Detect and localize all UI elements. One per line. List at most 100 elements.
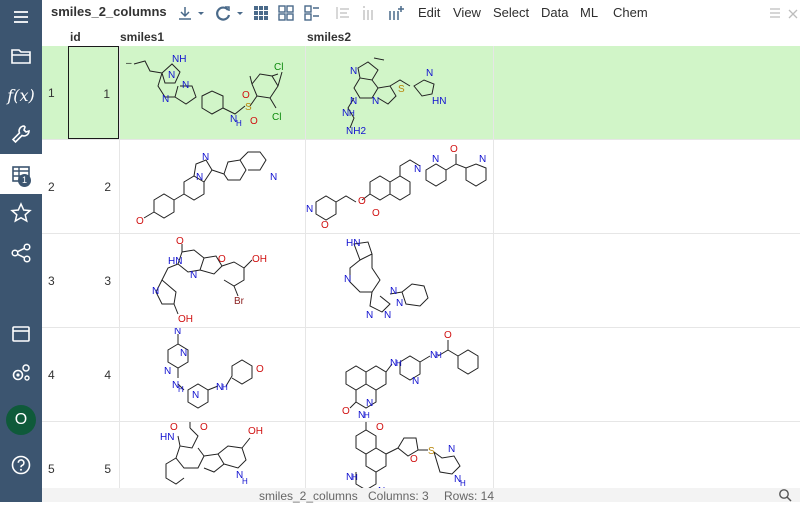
id-cell[interactable]: 5 [68, 422, 119, 488]
oxygen-label: O [410, 454, 418, 465]
n-label: N [396, 298, 403, 309]
share-icon[interactable] [0, 233, 42, 273]
n-label: N [372, 96, 379, 107]
molecule-structure-smiles1[interactable]: HN O O OH N H [120, 422, 305, 488]
oxygen-label: O [176, 236, 184, 247]
bromine-label: Br [234, 296, 245, 307]
n-label: N [180, 348, 187, 359]
table-row[interactable]: 2 2 O N N N N O O O N N O N [42, 140, 800, 234]
menu-chem[interactable]: Chem [613, 5, 648, 20]
oxygen-label: O [200, 422, 208, 433]
row-number: 3 [48, 274, 55, 288]
h-label: H [349, 109, 355, 118]
h-label: H [178, 385, 184, 394]
star-icon[interactable] [0, 193, 42, 233]
molecule-structure-smiles1[interactable]: – NH N N N N H S O O Cl Cl [120, 46, 305, 139]
avatar-slot[interactable]: O [0, 400, 42, 440]
search-icon[interactable] [778, 488, 792, 505]
n-label: N [162, 94, 169, 105]
function-icon[interactable]: f(x) [0, 75, 42, 115]
sulfur-label: S [428, 446, 435, 457]
table-row[interactable]: 3 3 O HN N O OH Br N OH HN N N N N N [42, 234, 800, 328]
column-divider [493, 422, 494, 488]
column-divider [493, 140, 494, 234]
add-columns-icon[interactable] [387, 4, 405, 22]
refresh-icon[interactable] [214, 4, 232, 22]
n-label: N [432, 154, 439, 165]
sidebar: f(x) 1 O [0, 0, 42, 502]
oxygen-label: O [342, 406, 350, 417]
table-icon[interactable]: 1 [0, 154, 42, 194]
id-cell[interactable]: 3 [68, 234, 119, 327]
hydroxyl-label: OH [252, 254, 267, 265]
folder-icon[interactable] [0, 36, 42, 76]
id-cell[interactable]: 4 [68, 328, 119, 421]
nitrile-n-label: N [174, 328, 181, 337]
table-row[interactable]: 4 4 N N N N H N N H O N H N N H O N O N … [42, 328, 800, 422]
row-number: 1 [48, 86, 55, 100]
status-table-name[interactable]: smiles_2_columns [259, 489, 358, 503]
function-icon-label: f(x) [7, 85, 35, 105]
sulfur-label: S [245, 102, 252, 113]
table-row[interactable]: 1 1 – NH N N N N H S O O Cl Cl N N N S N… [42, 46, 800, 140]
n-label: N [412, 376, 419, 387]
oxygen-label: O [136, 216, 144, 227]
settings-icon[interactable] [0, 353, 42, 393]
n-label: N [306, 204, 313, 215]
n-label: N [168, 70, 175, 81]
methyl-label: – [126, 58, 132, 69]
column-header-smiles1[interactable]: smiles1 [120, 30, 164, 44]
table-title[interactable]: smiles_2_columns [51, 4, 167, 19]
help-icon[interactable] [0, 445, 42, 485]
molecule-structure-smiles2[interactable]: N N N S N HN N H NH2 [306, 46, 493, 139]
window-icon[interactable] [0, 314, 42, 354]
h-label: H [396, 359, 402, 368]
n-label: N [479, 154, 486, 165]
menu-select[interactable]: Select [493, 5, 529, 20]
hn-label: HN [346, 238, 360, 249]
hn-label: HN [432, 96, 446, 107]
h-label: H [236, 119, 242, 128]
column-header-id[interactable]: id [70, 30, 81, 44]
molecule-structure-smiles1[interactable]: N N N N H N N H O [120, 328, 305, 421]
molecule-structure-smiles2[interactable]: N O O O N N O N [306, 140, 493, 233]
status-column-count: Columns: 3 [368, 489, 429, 503]
column-header-smiles2[interactable]: smiles2 [307, 30, 351, 44]
add-column-icon[interactable] [360, 4, 378, 22]
wrench-icon[interactable] [0, 114, 42, 154]
menu-ml[interactable]: ML [580, 5, 598, 20]
menu-edit[interactable]: Edit [418, 5, 440, 20]
oxygen-label: O [250, 116, 258, 127]
molecule-structure-smiles1[interactable]: O N N N [120, 140, 305, 233]
molecule-structure-smiles2[interactable]: N H N N H O N O N H [306, 328, 493, 421]
chevron-down-icon[interactable] [192, 4, 204, 22]
tiles-icon[interactable] [277, 4, 295, 22]
oxygen-label: O [170, 422, 178, 433]
n-label: N [270, 172, 277, 183]
n-label: N [152, 286, 159, 297]
close-icon[interactable] [784, 4, 798, 22]
column-divider [493, 234, 494, 328]
hydroxyl-label: OH [248, 426, 263, 437]
sulfur-label: S [398, 84, 405, 95]
n-label: N [202, 152, 209, 163]
align-icon[interactable] [334, 4, 352, 22]
id-cell[interactable]: 2 [68, 140, 119, 233]
hamburger-menu-icon[interactable] [766, 4, 780, 22]
id-cell[interactable]: 1 [68, 46, 119, 139]
form-icon[interactable] [303, 4, 321, 22]
chevron-down-icon[interactable] [231, 4, 243, 22]
hn-label: HN [160, 432, 174, 443]
menu-icon[interactable] [0, 0, 42, 37]
table-row[interactable]: 5 5 HN O O OH N H O O S N N H N H [42, 422, 800, 488]
menu-data[interactable]: Data [541, 5, 568, 20]
molecule-structure-smiles2[interactable]: O O S N N H N H N O [306, 422, 493, 488]
menu-view[interactable]: View [453, 5, 481, 20]
row-number: 4 [48, 368, 55, 382]
avatar[interactable]: O [6, 405, 36, 435]
n-label: N [350, 66, 357, 77]
grid-view-icon[interactable] [252, 4, 270, 22]
molecule-structure-smiles1[interactable]: O HN N O OH Br N OH [120, 234, 305, 327]
data-grid: id smiles1 smiles2 1 1 – N H N N N N H S … [42, 26, 800, 488]
molecule-structure-smiles2[interactable]: HN N N N N N [306, 234, 493, 327]
